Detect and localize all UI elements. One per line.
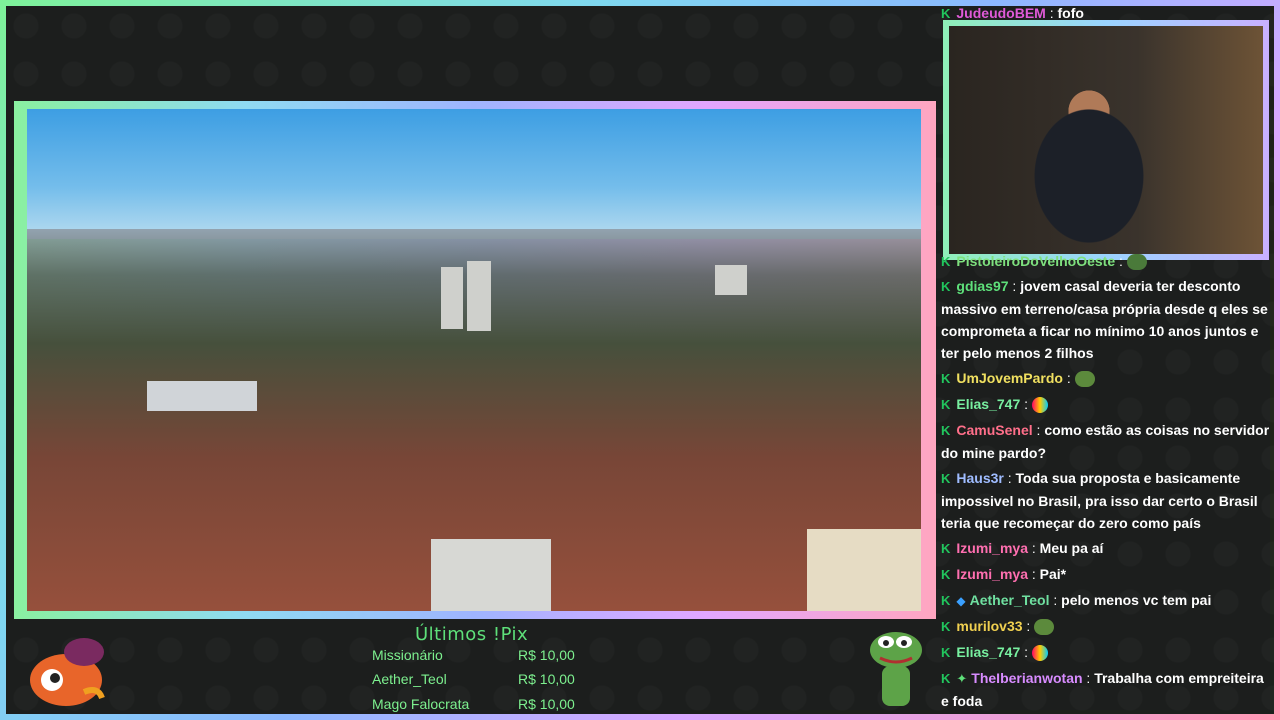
pix-amount: R$ 10,00	[518, 671, 575, 687]
warehouse-building	[431, 539, 551, 611]
subscriber-badge-icon: K	[941, 254, 951, 269]
chat-message: K Elias_747 :	[941, 393, 1271, 416]
chat-message: Kgdias97 : jovem casal deveria ter desco…	[941, 278, 1268, 361]
subscriber-badge-icon: K	[941, 279, 951, 294]
chat-message: K Haus3r : Toda sua proposta e basicament…	[941, 470, 1258, 531]
chat-username[interactable]: PistoleiroDoVelhoOeste	[956, 253, 1115, 269]
chat-username[interactable]: Izumi_mya	[956, 566, 1028, 582]
pix-donor: Missionário	[372, 647, 443, 663]
subscriber-badge-icon: K	[941, 471, 951, 486]
apartment-building	[807, 529, 921, 611]
city-aerial-video[interactable]	[27, 109, 921, 611]
pepe-emote-icon	[1034, 619, 1055, 636]
rainbow-emote-icon	[1031, 645, 1048, 662]
subscriber-badge-icon: K	[941, 371, 951, 386]
chat-panel: K JudeudoBEM : fofo K PistoleiroDoVelhoOes…	[941, 0, 1274, 714]
chat-message: K JudeudoBEM : fofo	[941, 2, 1271, 25]
chat-text: pelo menos vc tem pai	[1061, 592, 1212, 608]
chat-text: Meu pa aí	[1039, 540, 1104, 556]
emote-icon	[1126, 254, 1147, 271]
pix-donor: Mago Falocrata	[372, 696, 470, 712]
video-sky	[27, 109, 921, 239]
chat-username[interactable]: JudeudoBEM	[956, 5, 1045, 21]
chat-username[interactable]: UmJovemPardo	[956, 370, 1063, 386]
chat-username[interactable]: Elias_747	[956, 396, 1020, 412]
chat-message: K ◆ Aether_Teol : pelo menos vc tem pai	[941, 589, 1271, 612]
pix-amount: R$ 10,00	[518, 696, 575, 712]
sparkle-icon: ✦	[956, 671, 968, 686]
main-video-frame	[14, 101, 936, 619]
subscriber-badge-icon: K	[941, 593, 951, 608]
chat-message: K UmJovemPardo :	[941, 367, 1271, 390]
chat-username[interactable]: murilov33	[956, 618, 1022, 634]
chat-username[interactable]: TheIberianwotan	[971, 670, 1082, 686]
chat-username[interactable]: Aether_Teol	[970, 592, 1050, 608]
chat-text: Pai*	[1039, 566, 1067, 582]
rainbow-emote-icon	[1031, 397, 1048, 414]
mascot-icon	[30, 638, 105, 706]
pepe-frog-icon	[870, 632, 922, 706]
subscriber-badge-icon: K	[941, 541, 951, 556]
chat-message: K CamuSenel : como estão as coisas no ser…	[941, 422, 1270, 461]
subscriber-badge-icon: K	[941, 397, 951, 412]
subscriber-badge-icon: K	[941, 671, 951, 686]
chat-username[interactable]: CamuSenel	[956, 422, 1032, 438]
pix-amount: R$ 10,00	[518, 647, 575, 663]
chat-username[interactable]: gdias97	[956, 278, 1008, 294]
chat-message: K Elias_747 :	[941, 641, 1271, 664]
subscriber-badge-icon: K	[941, 645, 951, 660]
chat-message: Kmurilov33 :	[941, 615, 1271, 638]
chat-message: K Izumi_mya : Meu pa aí	[941, 537, 1271, 560]
subscriber-badge-icon: K	[941, 6, 951, 21]
tower-building	[715, 265, 747, 295]
pepe-emote-icon	[1074, 371, 1095, 388]
warehouse-building	[147, 381, 257, 411]
chat-message: K ✦ TheIberianwotan : Trabalha com empreit…	[941, 670, 1264, 709]
subscriber-badge-icon: K	[941, 567, 951, 582]
subscriber-badge-icon: K	[941, 423, 951, 438]
chat-username[interactable]: Elias_747	[956, 644, 1020, 660]
cube-icon: ◆	[956, 594, 966, 608]
chat-username[interactable]: Haus3r	[956, 470, 1003, 486]
chat-message: K Izumi_mya : Pai*	[941, 563, 1271, 586]
chat-message: K PistoleiroDoVelhoOeste :	[941, 250, 1271, 273]
chat-text: fofo	[1057, 5, 1084, 21]
pix-donor: Aether_Teol	[372, 671, 447, 687]
subscriber-badge-icon: K	[941, 619, 951, 634]
chat-username[interactable]: Izumi_mya	[956, 540, 1028, 556]
tower-building	[467, 261, 491, 331]
pix-title: Últimos !Pix	[415, 624, 529, 645]
tower-building	[441, 267, 463, 329]
